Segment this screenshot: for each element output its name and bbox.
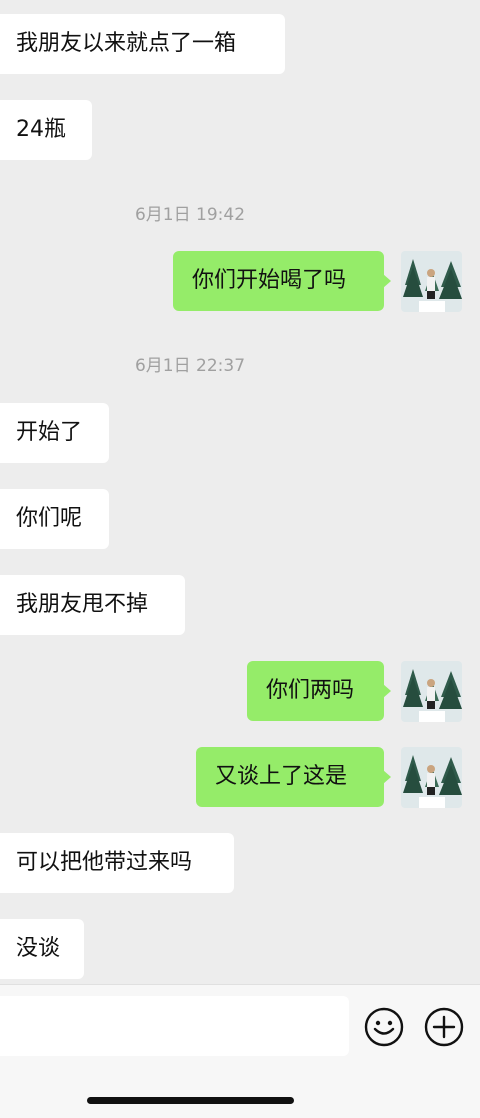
more-button[interactable] [424, 1007, 464, 1047]
plus-circle-icon [424, 1007, 464, 1047]
avatar[interactable] [401, 747, 462, 808]
timestamp: 6月1日 22:37 [134, 356, 246, 376]
avatar-image [401, 251, 462, 312]
message-bubble-outgoing[interactable]: 你们两吗 [247, 661, 391, 721]
message-bubble-outgoing[interactable]: 又谈上了这是 [196, 747, 391, 807]
message-bubble-outgoing[interactable]: 你们开始喝了吗 [173, 251, 391, 311]
avatar-image [401, 747, 462, 808]
emoji-button[interactable] [364, 1007, 404, 1047]
message-bubble-incoming[interactable]: 你们呢 [0, 489, 109, 549]
timestamp: 6月1日 19:42 [134, 205, 246, 225]
avatar[interactable] [401, 251, 462, 312]
message-input[interactable] [0, 996, 349, 1056]
avatar-image [401, 661, 462, 722]
home-indicator[interactable] [87, 1097, 294, 1104]
smiley-face-icon [364, 1007, 404, 1047]
message-bubble-incoming[interactable]: 开始了 [0, 403, 109, 463]
avatar[interactable] [401, 661, 462, 722]
message-bubble-incoming[interactable]: 没谈 [0, 919, 84, 979]
message-bubble-incoming[interactable]: 我朋友甩不掉 [0, 575, 185, 635]
message-bubble-incoming[interactable]: 可以把他带过来吗 [0, 833, 234, 893]
message-bubble-incoming[interactable]: 24瓶 [0, 100, 92, 160]
message-bubble-incoming[interactable]: 我朋友以来就点了一箱 [0, 14, 285, 74]
